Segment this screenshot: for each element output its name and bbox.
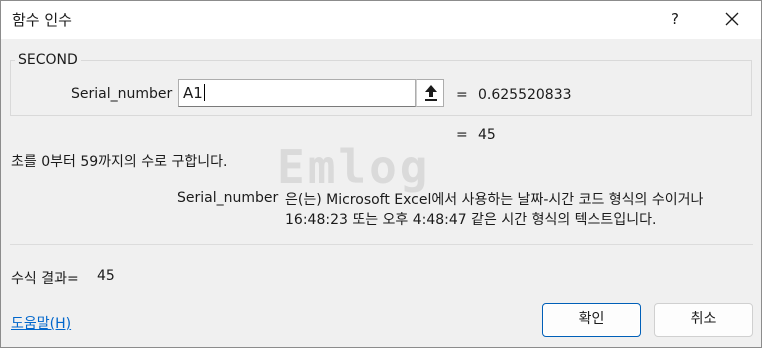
divider xyxy=(10,244,753,245)
dialog-title: 함수 인수 xyxy=(12,11,72,29)
argument-label: Serial_number xyxy=(71,86,173,102)
collapse-dialog-icon xyxy=(425,85,437,101)
collapse-dialog-button[interactable] xyxy=(416,79,444,107)
function-result-preview: 45 xyxy=(478,127,496,143)
argument-evaluated-value: 0.625520833 xyxy=(478,87,572,103)
help-icon[interactable]: ? xyxy=(661,5,689,33)
argument-equals-sign: = xyxy=(456,87,468,103)
watermark: Emlog xyxy=(277,140,431,194)
formula-result-label: 수식 결과= xyxy=(11,271,79,287)
function-equals-sign: = xyxy=(456,127,468,143)
title-bar: 함수 인수 ? xyxy=(1,1,761,39)
ok-button[interactable]: 확인 xyxy=(542,303,641,337)
text-caret xyxy=(203,84,205,101)
serial-number-input[interactable]: A1 xyxy=(178,79,416,107)
cancel-button[interactable]: 취소 xyxy=(654,303,753,337)
help-link[interactable]: 도움말(H) xyxy=(11,313,71,333)
function-description: 초를 0부터 59까지의 수로 구합니다. xyxy=(11,154,228,170)
function-arguments-dialog: 함수 인수 ? SECOND Serial_number A1 = 0.6255… xyxy=(0,0,762,348)
argument-help-text: 은(는) Microsoft Excel에서 사용하는 날짜-시간 코드 형식의… xyxy=(285,192,704,228)
close-icon[interactable] xyxy=(717,5,747,33)
formula-result-value: 45 xyxy=(97,268,115,284)
argument-help-name: Serial_number xyxy=(177,190,279,206)
serial-number-value: A1 xyxy=(183,84,203,102)
function-name: SECOND xyxy=(15,52,81,68)
